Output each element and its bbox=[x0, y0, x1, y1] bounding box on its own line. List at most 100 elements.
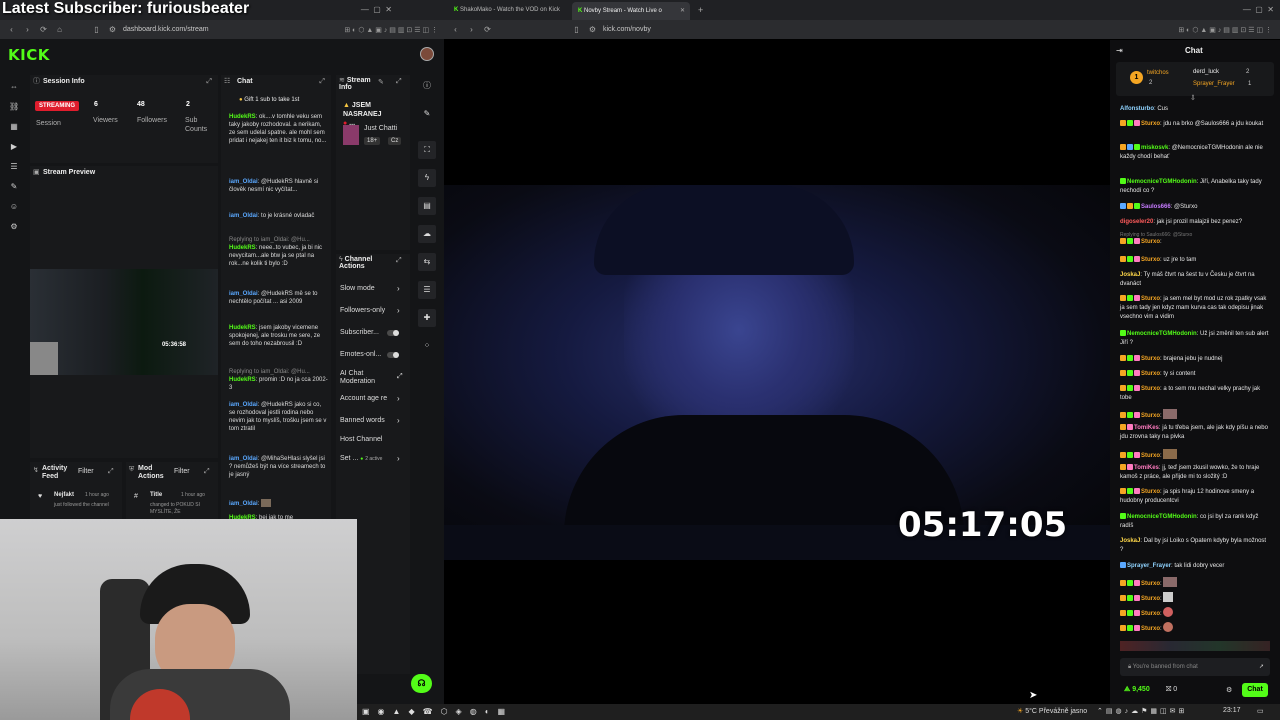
chat-user[interactable]: HudekRS bbox=[229, 245, 256, 251]
mod-action-user[interactable]: Title bbox=[150, 492, 162, 498]
extensions-icons[interactable]: ⊞ ◐ ⬡ ▲ ▣ ♪ ▤ ▥ ⊡ ☰ ◫ ⋮ bbox=[1178, 26, 1272, 34]
clock[interactable]: 23:17 bbox=[1223, 707, 1241, 714]
set-item[interactable]: Set ... ● 2 active bbox=[340, 455, 382, 462]
dashboard-icon[interactable]: ▦ bbox=[9, 122, 19, 132]
headset-button[interactable]: ☊ bbox=[411, 674, 432, 693]
chat-user[interactable]: iam_Oldai bbox=[229, 291, 258, 297]
preview-thumbnail[interactable]: 05:36:58 bbox=[30, 269, 218, 375]
slow-mode-item[interactable]: Slow mode bbox=[340, 285, 375, 292]
taskbar-apps[interactable]: ▣◉▲◆☎⬡◈◍◐▦ bbox=[362, 707, 513, 716]
chat-user[interactable]: Sturxo bbox=[1141, 596, 1160, 602]
list-icon[interactable]: ☰ bbox=[418, 281, 436, 299]
points-balance[interactable]: ⟁ 9,450 bbox=[1124, 686, 1150, 694]
chat-user[interactable]: HudekRS bbox=[229, 325, 256, 331]
filter-button[interactable]: Filter bbox=[78, 468, 94, 475]
chevron-right-icon[interactable]: › bbox=[397, 416, 400, 425]
chat-user[interactable]: digoseler20 bbox=[1120, 219, 1153, 225]
wrench-icon[interactable]: ✚ bbox=[418, 309, 436, 327]
back-icon[interactable]: ‹ bbox=[7, 25, 16, 34]
site-info-icon[interactable]: ⚙ bbox=[588, 25, 597, 34]
chat-user[interactable]: Sprayer_Frayer bbox=[1127, 563, 1171, 569]
chat-user[interactable]: Sturxo bbox=[1141, 489, 1160, 495]
chat-user[interactable]: Sturxo bbox=[1141, 296, 1160, 302]
chevron-right-icon[interactable]: › bbox=[397, 284, 400, 293]
activity-user[interactable]: Nejfakt bbox=[54, 492, 74, 498]
chat-input[interactable]: 🔒︎ You're banned from chat ➚ bbox=[1120, 658, 1270, 676]
back-icon[interactable]: ‹ bbox=[451, 25, 460, 34]
bookmark-icon[interactable]: ▯ bbox=[92, 25, 101, 34]
chat-icon[interactable]: ☰ bbox=[9, 162, 19, 172]
chat-user[interactable]: TomiKes bbox=[1134, 425, 1159, 431]
active-browser-tab[interactable]: K Novby Stream - Watch Live o ✕ bbox=[572, 2, 690, 20]
new-tab-icon[interactable]: + bbox=[698, 5, 703, 15]
settings-icon[interactable]: ⚙ bbox=[9, 222, 19, 232]
account-age-item[interactable]: Account age re bbox=[340, 395, 387, 402]
info-icon[interactable]: ⓘ bbox=[418, 77, 436, 95]
gifter-user[interactable]: Sprayer_Frayer bbox=[1193, 81, 1235, 87]
subscriber-item[interactable]: Subscriber... bbox=[340, 329, 379, 336]
chat-user[interactable]: HudekRS bbox=[229, 114, 256, 120]
site-info-icon[interactable]: ⚙ bbox=[108, 25, 117, 34]
avatar[interactable] bbox=[420, 47, 434, 61]
emotes-only-toggle[interactable] bbox=[387, 352, 399, 358]
chevron-right-icon[interactable]: › bbox=[397, 454, 400, 463]
category-thumbnail[interactable] bbox=[343, 125, 359, 145]
chat-user[interactable]: Sturxo bbox=[1141, 413, 1160, 419]
banned-words-item[interactable]: Banned words bbox=[340, 417, 385, 424]
kick-logo[interactable]: KICK bbox=[8, 46, 50, 64]
chat-user[interactable]: iam_Oldai bbox=[229, 501, 258, 507]
chat-user[interactable]: Sturxo bbox=[1141, 121, 1160, 127]
chat-user[interactable]: iam_Oldai bbox=[229, 456, 258, 462]
home-icon[interactable]: ⌂ bbox=[55, 25, 64, 34]
category-name[interactable]: Just Chatti bbox=[364, 125, 397, 132]
ai-moderation-item[interactable]: AI Chat Moderation bbox=[340, 370, 382, 386]
chevron-right-icon[interactable]: › bbox=[397, 394, 400, 403]
chat-user[interactable]: iam_Oldai bbox=[229, 213, 258, 219]
right-url[interactable]: kick.com/novby bbox=[603, 26, 651, 33]
popout-icon[interactable]: ⤢ bbox=[396, 257, 402, 265]
host-channel-item[interactable]: Host Channel bbox=[340, 436, 382, 443]
bookmark-icon[interactable]: ▯ bbox=[572, 25, 581, 34]
tools-icon[interactable]: ✎ bbox=[9, 182, 19, 192]
chat-user[interactable]: Saulos666 bbox=[1141, 204, 1171, 210]
collapse-chat-icon[interactable]: ⇥ bbox=[1116, 46, 1123, 55]
collapse-icon[interactable]: ⇔ bbox=[9, 82, 19, 92]
gifter-user[interactable]: derd_luck bbox=[1193, 69, 1219, 75]
reload-icon[interactable]: ⟳ bbox=[39, 25, 48, 34]
chat-user[interactable]: NemocniceTGMHodonin bbox=[1127, 514, 1197, 520]
chat-user[interactable]: iam_Oldai bbox=[229, 402, 258, 408]
filter-button[interactable]: Filter bbox=[174, 468, 190, 475]
popout-icon[interactable]: ⤢ bbox=[108, 468, 114, 476]
video-icon[interactable]: ▶ bbox=[9, 142, 19, 152]
edit-icon[interactable]: ✎ bbox=[378, 78, 384, 86]
close-tab-icon[interactable]: ✕ bbox=[680, 2, 685, 20]
users-icon[interactable]: ☺ bbox=[9, 202, 19, 212]
chat-user[interactable]: Sturxo bbox=[1141, 356, 1160, 362]
chat-user[interactable]: miskosvk bbox=[1141, 145, 1168, 151]
popout-icon[interactable]: ⤢ bbox=[319, 75, 325, 89]
subscriber-toggle[interactable] bbox=[387, 330, 399, 336]
gift-balance[interactable]: ⛝ 0 bbox=[1166, 686, 1177, 694]
emotes-only-item[interactable]: Emotes-onl... bbox=[340, 351, 381, 358]
chat-user[interactable]: HudekRS bbox=[229, 377, 256, 383]
link-icon[interactable]: ⛓ bbox=[9, 102, 19, 112]
tag-pill[interactable]: Cz bbox=[388, 137, 402, 145]
chat-user[interactable]: Sturxo bbox=[1141, 239, 1160, 245]
stream-video[interactable] bbox=[444, 185, 1110, 560]
emote-strip[interactable] bbox=[1120, 641, 1270, 651]
chat-user[interactable]: Sturxo bbox=[1141, 371, 1160, 377]
lightning-icon[interactable]: ϟ bbox=[418, 169, 436, 187]
send-icon[interactable]: ➚ bbox=[1259, 658, 1264, 676]
window-controls[interactable]: — ▢ ✕ bbox=[1243, 5, 1274, 14]
tag-pill[interactable]: 18+ bbox=[364, 137, 381, 145]
fullscreen-icon[interactable]: ⛶ bbox=[418, 141, 436, 159]
left-url[interactable]: dashboard.kick.com/stream bbox=[123, 26, 209, 33]
extensions-icons[interactable]: ⊞ ◐ ⬡ ▲ ▣ ♪ ▤ ▥ ⊡ ☰ ◫ ⋮ bbox=[344, 26, 438, 34]
popout-icon[interactable]: ⤢ bbox=[396, 78, 402, 86]
chat-user[interactable]: Alfonsturbo bbox=[1120, 106, 1154, 112]
popout-icon[interactable]: ⤢ bbox=[206, 75, 212, 89]
reload-icon[interactable]: ⟳ bbox=[483, 25, 492, 34]
chat-user[interactable]: Sturxo bbox=[1141, 257, 1160, 263]
forward-icon[interactable]: › bbox=[23, 25, 32, 34]
message-icon[interactable]: ☁ bbox=[418, 225, 436, 243]
